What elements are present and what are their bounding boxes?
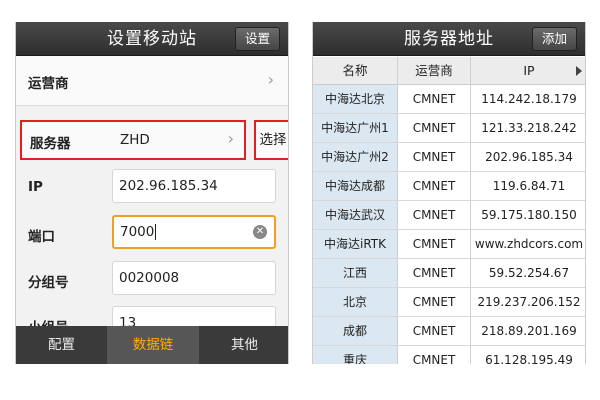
cell-name: 中海达北京	[313, 85, 397, 113]
cell-ip: www.zhdcors.com	[474, 237, 584, 251]
clear-icon[interactable]: ✕	[253, 225, 267, 239]
cell-ip: 61.128.195.49	[485, 353, 573, 364]
cell-name: 重庆	[313, 346, 397, 364]
group-number-label: 分组号	[28, 275, 69, 291]
cell-carrier: CMNET	[412, 353, 456, 364]
tab-config[interactable]: 配置	[16, 326, 107, 364]
bottom-tab-bar: 配置 数据链 其他	[16, 326, 288, 364]
cell-carrier: CMNET	[412, 208, 456, 222]
cell-name: 中海达广州2	[313, 143, 397, 171]
scroll-right-arrow-icon[interactable]	[576, 66, 582, 76]
table-row[interactable]: 中海达iRTK CMNET www.zhdcors.com	[313, 230, 585, 259]
cell-name: 成都	[313, 317, 397, 345]
cell-name: 江西	[313, 259, 397, 287]
add-server-button[interactable]: 添加	[531, 27, 577, 51]
cell-ip: 119.6.84.71	[492, 179, 566, 193]
table-row[interactable]: 中海达广州2 CMNET 202.96.185.34	[313, 143, 585, 172]
cell-name: 中海达成都	[313, 172, 397, 200]
column-header-carrier[interactable]: 运营商	[398, 57, 470, 85]
chevron-right-icon: ›	[227, 129, 234, 148]
cell-ip: 114.242.18.179	[481, 92, 577, 106]
table-row[interactable]: 重庆 CMNET 61.128.195.49	[313, 346, 585, 364]
port-label: 端口	[28, 229, 55, 245]
tab-datalink[interactable]: 数据链	[107, 326, 199, 364]
cell-carrier: CMNET	[412, 179, 456, 193]
mobile-station-settings-screen: 设置移动站 设置 运营商 › 服务器 ZHD › 选择 IP 端口 7000 ✕…	[15, 22, 289, 364]
cell-ip: 59.175.180.150	[481, 208, 577, 222]
cell-ip: 59.52.254.67	[488, 266, 570, 280]
cell-name: 中海达iRTK	[313, 230, 397, 258]
carrier-label: 运营商	[28, 76, 69, 92]
table-row[interactable]: 中海达北京 CMNET 114.242.18.179	[313, 85, 585, 114]
server-value: ZHD	[120, 132, 150, 148]
cell-name: 中海达武汉	[313, 201, 397, 229]
cell-carrier: CMNET	[412, 92, 456, 106]
carrier-row[interactable]: 运营商 ›	[16, 56, 288, 106]
column-header-name[interactable]: 名称	[313, 57, 397, 85]
group-number-field[interactable]	[112, 261, 276, 295]
chevron-right-icon: ›	[267, 70, 274, 89]
tab-other[interactable]: 其他	[199, 326, 288, 364]
port-field[interactable]: 7000 ✕	[112, 215, 276, 249]
ip-field[interactable]	[112, 169, 276, 203]
cell-carrier: CMNET	[412, 295, 456, 309]
column-header-ip[interactable]: IP	[471, 57, 585, 85]
text-cursor	[155, 224, 157, 240]
table-row[interactable]: 成都 CMNET 218.89.201.169	[313, 317, 585, 346]
server-row[interactable]: 服务器 ZHD ›	[20, 120, 246, 160]
cell-ip: 219.237.206.152	[477, 295, 581, 309]
cell-carrier: CMNET	[412, 150, 456, 164]
table-row[interactable]: 江西 CMNET 59.52.254.67	[313, 259, 585, 288]
cell-ip: 121.33.218.242	[481, 121, 577, 135]
cell-carrier: CMNET	[412, 324, 456, 338]
settings-button[interactable]: 设置	[234, 27, 280, 51]
table-row[interactable]: 中海达广州1 CMNET 121.33.218.242	[313, 114, 585, 143]
server-label: 服务器	[30, 136, 71, 152]
cell-ip: 218.89.201.169	[481, 324, 577, 338]
cell-name: 中海达广州1	[313, 114, 397, 142]
cell-carrier: CMNET	[412, 237, 456, 251]
title-bar: 设置移动站 设置	[16, 22, 288, 56]
title-bar: 服务器地址 添加	[313, 22, 585, 56]
table-row[interactable]: 北京 CMNET 219.237.206.152	[313, 288, 585, 317]
cell-name: 北京	[313, 288, 397, 316]
select-server-button[interactable]: 选择	[254, 120, 288, 160]
port-value: 7000	[120, 224, 155, 240]
cell-ip: 202.96.185.34	[485, 150, 573, 164]
server-address-screen: 服务器地址 添加 名称 运营商 IP 中海达北京 CMNET 114.242.18.…	[312, 22, 586, 364]
table-row[interactable]: 中海达武汉 CMNET 59.175.180.150	[313, 201, 585, 230]
ip-label: IP	[28, 179, 43, 195]
cell-carrier: CMNET	[412, 266, 456, 280]
cell-carrier: CMNET	[412, 121, 456, 135]
table-row[interactable]: 中海达成都 CMNET 119.6.84.71	[313, 172, 585, 201]
table-header: 名称 运营商 IP	[313, 57, 585, 85]
